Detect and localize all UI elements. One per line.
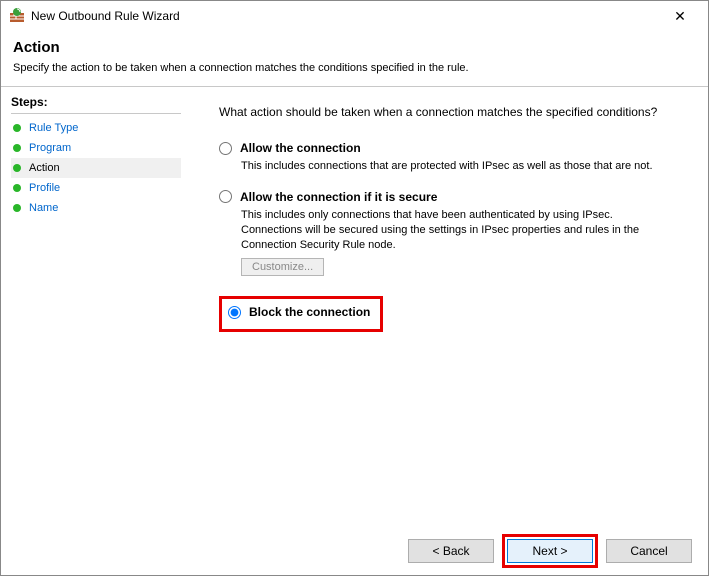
window-title: New Outbound Rule Wizard <box>31 9 660 23</box>
bullet-icon <box>13 124 21 132</box>
titlebar: New Outbound Rule Wizard ✕ <box>1 1 708 31</box>
option-allow-desc: This includes connections that are prote… <box>241 159 661 174</box>
option-allow: Allow the connection This includes conne… <box>219 141 686 174</box>
bullet-icon <box>13 144 21 152</box>
wizard-main: What action should be taken when a conne… <box>191 87 708 527</box>
next-button[interactable]: Next > <box>507 539 593 563</box>
option-allow-secure-desc: This includes only connections that have… <box>241 208 661 253</box>
step-label[interactable]: Rule Type <box>29 122 78 134</box>
page-title: Action <box>13 39 696 56</box>
customize-button: Customize... <box>241 258 324 276</box>
step-profile[interactable]: Profile <box>11 178 181 198</box>
bullet-icon <box>13 204 21 212</box>
step-label: Action <box>29 162 60 174</box>
wizard-footer: < Back Next > Cancel <box>1 527 708 575</box>
steps-title: Steps: <box>11 93 181 114</box>
prompt-text: What action should be taken when a conne… <box>219 105 686 119</box>
option-allow-secure-title: Allow the connection if it is secure <box>240 190 437 204</box>
option-block: Block the connection <box>228 305 370 319</box>
radio-allow[interactable] <box>219 142 232 155</box>
option-allow-title: Allow the connection <box>240 141 361 155</box>
wizard-header: Action Specify the action to be taken wh… <box>1 31 708 86</box>
step-program[interactable]: Program <box>11 138 181 158</box>
back-button[interactable]: < Back <box>408 539 494 563</box>
step-label[interactable]: Profile <box>29 182 60 194</box>
page-description: Specify the action to be taken when a co… <box>13 62 696 74</box>
step-label[interactable]: Name <box>29 202 58 214</box>
bullet-icon <box>13 184 21 192</box>
wizard-body: Steps: Rule Type Program Action Profile … <box>1 87 708 527</box>
step-name[interactable]: Name <box>11 198 181 218</box>
option-allow-secure-row[interactable]: Allow the connection if it is secure <box>219 190 686 204</box>
step-label[interactable]: Program <box>29 142 71 154</box>
cancel-button[interactable]: Cancel <box>606 539 692 563</box>
option-allow-row[interactable]: Allow the connection <box>219 141 686 155</box>
step-rule-type[interactable]: Rule Type <box>11 118 181 138</box>
steps-sidebar: Steps: Rule Type Program Action Profile … <box>1 87 191 527</box>
radio-allow-secure[interactable] <box>219 190 232 203</box>
radio-block[interactable] <box>228 306 241 319</box>
option-allow-secure: Allow the connection if it is secure Thi… <box>219 190 686 277</box>
highlight-next: Next > <box>502 534 598 568</box>
bullet-icon <box>13 164 21 172</box>
highlight-block: Block the connection <box>219 296 383 332</box>
option-block-row[interactable]: Block the connection <box>228 305 370 319</box>
option-block-title: Block the connection <box>249 305 370 319</box>
close-icon[interactable]: ✕ <box>660 8 700 25</box>
firewall-icon <box>9 8 25 24</box>
step-action[interactable]: Action <box>11 158 181 178</box>
